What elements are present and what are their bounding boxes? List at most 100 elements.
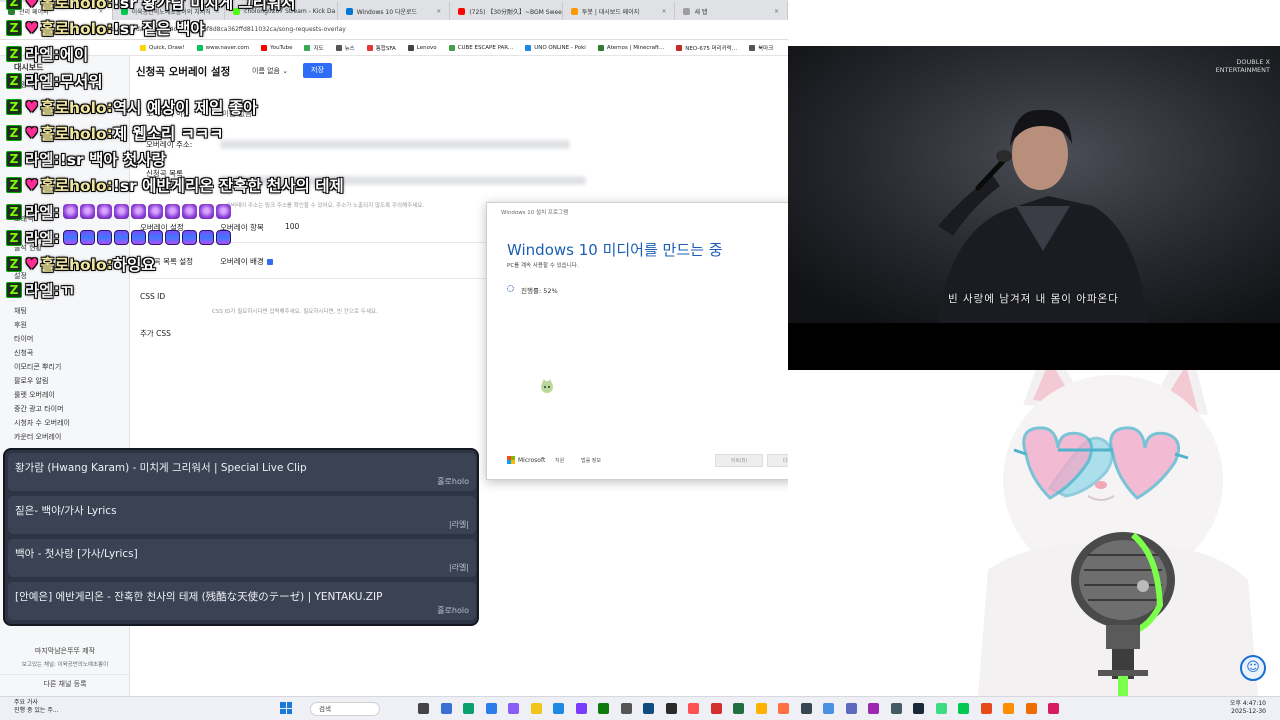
extra-css-label: 추가 CSS: [140, 329, 171, 338]
taskbar-app-icon[interactable]: [485, 703, 497, 714]
overlay-count-input[interactable]: 100: [285, 222, 299, 231]
taskbar-clock[interactable]: 오후 4:47:10 2025-12-30: [1230, 700, 1266, 716]
emote-icon: [215, 204, 231, 220]
tab-label: (725) 【30分耐久】~BGM Sweet: [469, 8, 563, 16]
browser-tab[interactable]: Windows 10 다운로드 ×: [338, 2, 451, 20]
sidebar-item-chat[interactable]: 채팅: [14, 306, 27, 316]
taskbar-app-icon[interactable]: [643, 703, 654, 714]
taskbar-app-icon[interactable]: [845, 703, 857, 714]
taskbar-app-icon[interactable]: [890, 703, 902, 714]
taskbar-app-icon[interactable]: [823, 703, 834, 714]
sidebar-item-emote-spray[interactable]: 이모티콘 뿌리기: [14, 362, 61, 372]
taskbar-app-icon[interactable]: [1048, 703, 1059, 714]
taskbar-app-icon[interactable]: [508, 703, 519, 714]
taskbar-app-icon[interactable]: [778, 703, 789, 714]
sidebar-item-roulette[interactable]: 룰렛 오버레이: [14, 390, 55, 400]
sidebar-item-ad-timer[interactable]: 중간 광고 타이머: [14, 404, 64, 414]
chat-text: !sr 짙은 백야: [112, 20, 205, 39]
taskbar-app-icon[interactable]: [1003, 703, 1014, 714]
bookmark-item[interactable]: CUBE ESCAPE PAR...: [448, 44, 513, 51]
chat-message: Z 라엘:: [6, 201, 231, 223]
taskbar-app-icon[interactable]: [800, 703, 812, 714]
taskbar-app-icon[interactable]: [935, 703, 947, 714]
browser-tab[interactable]: 새 탭 ×: [675, 2, 789, 20]
taskbar-app-icon[interactable]: [958, 703, 969, 714]
support-link[interactable]: 지원: [555, 457, 564, 464]
taskbar-app-icon[interactable]: [620, 703, 632, 714]
overlay-bg-checkbox[interactable]: [266, 259, 273, 265]
taskbar-app-icon[interactable]: [463, 703, 474, 714]
address-hint: 오버레이 주소는 링크 주소를 확인할 수 있어요. 주소가 노출되지 않도록 …: [226, 203, 425, 209]
tab-label: Windows 10 다운로드: [356, 8, 418, 16]
tab-close-icon[interactable]: ×: [661, 8, 666, 15]
start-icon[interactable]: [280, 702, 292, 714]
legal-link[interactable]: 법률 정보: [581, 457, 601, 464]
bookmark-item[interactable]: NEO-675 머리카락...: [676, 44, 737, 52]
overlay-address-hidden[interactable]: [220, 140, 570, 149]
chat-message: Z 라엘: 에이: [6, 43, 88, 65]
preset-select[interactable]: 이름 없음 ⌄: [248, 64, 292, 78]
video-subtitle: 빈 사랑에 남겨져 내 몸이 아파온다: [948, 293, 1119, 305]
bookmark-item[interactable]: YouTube: [261, 44, 292, 51]
chat-message: Z ♥ 홀로holo: !sr 짙은 백야: [6, 17, 205, 39]
emote-icon: [79, 204, 95, 220]
bookmark-item[interactable]: Aternos | Minecraft...: [597, 44, 664, 51]
taskbar-search[interactable]: 검색: [310, 702, 380, 716]
sidebar-item-donation[interactable]: 후원: [14, 320, 27, 330]
bookmark-icon: [140, 44, 146, 51]
sidebar-item-songrequest[interactable]: 신청곡: [14, 348, 33, 358]
video-player[interactable]: DOUBLE X ENTERTAINMENT 빈 사랑에 남겨져 내 몸이 아파…: [788, 46, 1280, 323]
taskbar-app-icon[interactable]: [575, 703, 587, 714]
bookmark-item[interactable]: UNO ONLINE - Poki: [525, 44, 586, 51]
taskbar-app-icon[interactable]: [868, 703, 879, 714]
taskbar-app-icon[interactable]: [1025, 703, 1037, 714]
microsoft-logo-icon: [507, 456, 515, 464]
taskbar-app-icon[interactable]: [688, 703, 699, 714]
chat-badge-icon: Z: [6, 282, 22, 299]
taskbar-app-icon[interactable]: [980, 703, 992, 714]
sidebar-credit: 마지막남은뚜뚜 제작: [34, 647, 96, 655]
bookmark-item[interactable]: Lenovo: [407, 44, 437, 51]
chat-badge-icon: Z: [6, 125, 22, 141]
bookmark-item[interactable]: 북마크: [749, 44, 773, 52]
chat-badge-icon: Z: [6, 20, 22, 37]
bookmark-item[interactable]: 뉴스: [335, 44, 355, 52]
song-requester: 홀로holo: [437, 477, 469, 486]
chat-nickname: 홀로holo: [40, 0, 107, 12]
chat-nickname: 홀로holo: [40, 20, 107, 39]
taskbar-app-icon[interactable]: [710, 703, 722, 714]
chat-text: !sr 황가람 미치게 그리워서: [112, 0, 296, 12]
taskbar-app-icon[interactable]: [598, 703, 609, 714]
taskbar-app-icon[interactable]: [440, 703, 452, 714]
emote-icon: [62, 204, 78, 220]
bookmark-item[interactable]: www.naver.com: [196, 44, 249, 51]
heart-icon: ♥: [25, 19, 39, 38]
browser-tab[interactable]: (725) 【30分耐久】~BGM Sweet×: [450, 2, 563, 20]
register-channel-button[interactable]: 다른 채널 등록: [0, 679, 130, 689]
bookmark-item[interactable]: Quick, Draw!: [140, 44, 185, 51]
chat-support-icon[interactable]: ☺: [1240, 655, 1266, 681]
taskbar-app-icon[interactable]: [553, 703, 564, 714]
sidebar-item-viewer-count[interactable]: 시청자 수 오버레이: [14, 418, 70, 428]
taskbar-widget[interactable]: 주요 가사 진행 중 있는 주...: [14, 699, 59, 715]
chat-badge-icon: Z: [6, 229, 22, 246]
taskbar-app-icon[interactable]: [755, 703, 767, 714]
taskbar-app-icon[interactable]: [530, 703, 542, 714]
emote-icon: [113, 230, 129, 246]
overlay-bg-label: 오버레이 배경: [220, 256, 273, 267]
bookmark-item[interactable]: 지도: [304, 44, 324, 52]
sidebar-item-counter[interactable]: 카운터 오버레이: [14, 432, 61, 442]
browser-tab[interactable]: 투봇 | 대시보드 페이지 ×: [563, 2, 676, 20]
taskbar: 주요 가사 진행 중 있는 주... 검색 오후 4:47:10 2025-12…: [0, 696, 1280, 720]
back-button[interactable]: 뒤로(B): [715, 454, 763, 467]
taskbar-app-icon[interactable]: [733, 703, 744, 714]
taskbar-app-icon[interactable]: [418, 703, 429, 714]
taskbar-app-icon[interactable]: [913, 703, 924, 714]
tab-close-icon[interactable]: ×: [774, 8, 779, 15]
sidebar-item-follow-alert[interactable]: 팔로우 알림: [14, 376, 48, 386]
tab-close-icon[interactable]: ×: [436, 8, 441, 15]
sidebar-item-timer[interactable]: 타이머: [14, 334, 33, 344]
save-button[interactable]: 저장: [303, 63, 332, 78]
taskbar-app-icon[interactable]: [665, 703, 677, 714]
bookmark-item[interactable]: 통합SFA: [366, 44, 396, 52]
